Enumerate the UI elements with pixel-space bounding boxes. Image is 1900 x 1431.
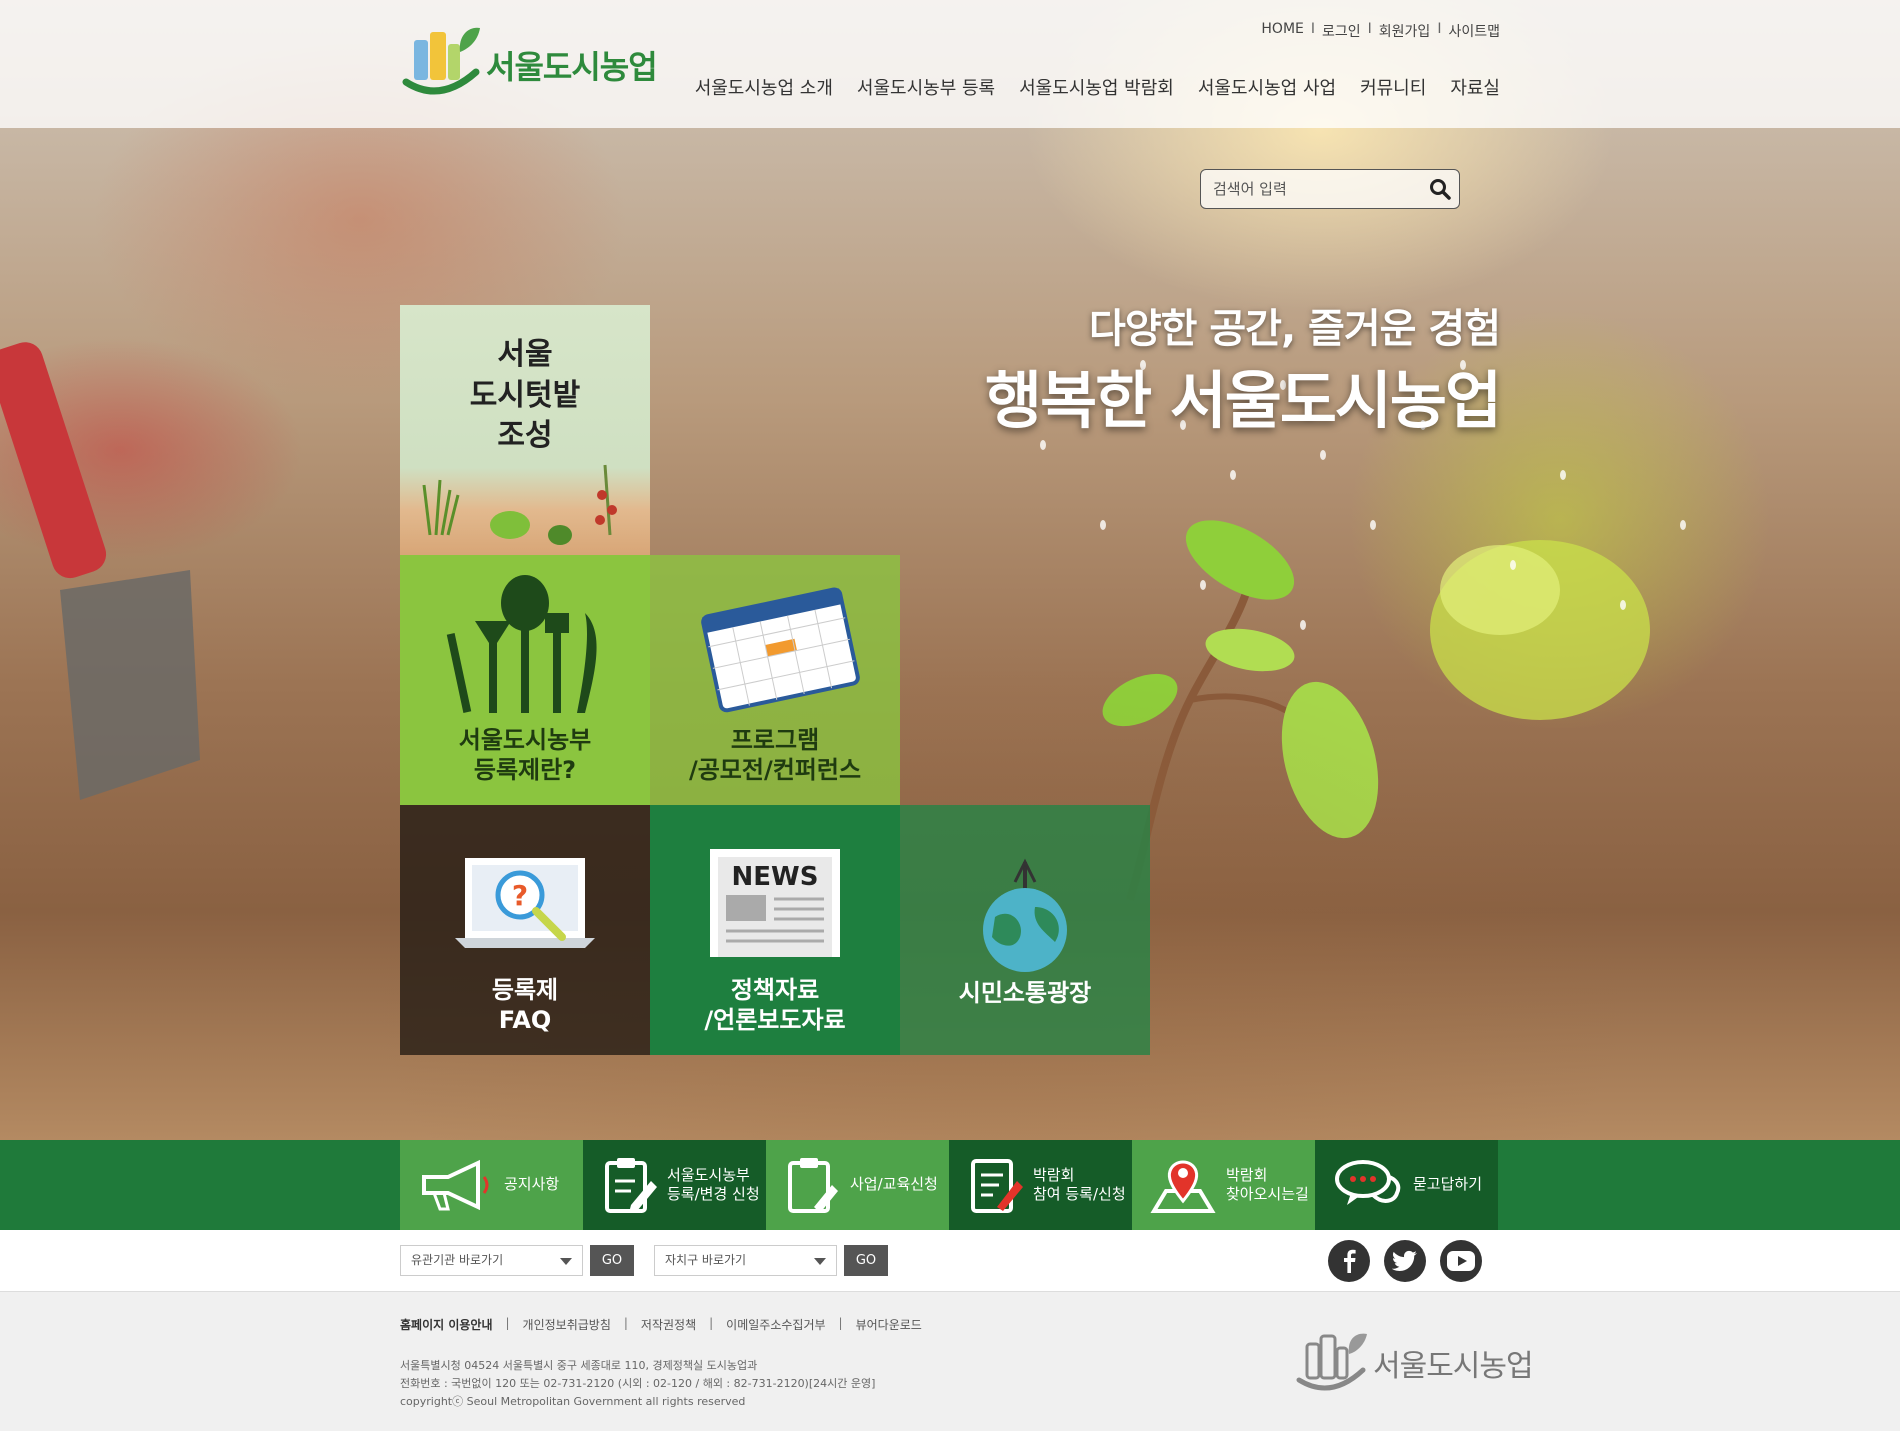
map-pin-icon xyxy=(1150,1160,1216,1213)
trowel-image xyxy=(0,342,200,800)
tile-urban-garden-label: 서울 도시텃밭 조성 xyxy=(469,337,581,453)
twitter-icon xyxy=(1392,1250,1417,1271)
main-nav: 서울도시농업 소개 서울도시농부 등록 서울도시농업 박람회 서울도시농업 사업… xyxy=(695,74,1500,100)
district-select-value: 자치구 바로가기 xyxy=(665,1253,747,1267)
footer-link-email-refusal[interactable]: 이메일주소수집거부 xyxy=(726,1316,825,1333)
site-footer xyxy=(0,1292,1900,1431)
vegetables-icon xyxy=(422,464,617,545)
tile-faq-label: 등록제 FAQ xyxy=(491,976,559,1034)
nav-item-business[interactable]: 서울도시농업 사업 xyxy=(1198,74,1336,100)
hero-title: 행복한 서울도시농업 xyxy=(985,364,1502,437)
footer-links: 홈페이지 이용안내 | 개인정보취급방침 | 저작권정책 | 이메일주소수집거부… xyxy=(400,1316,922,1333)
footer-link-privacy[interactable]: 개인정보취급방침 xyxy=(523,1316,611,1333)
document-pen-icon xyxy=(971,1159,1023,1213)
nav-item-expo[interactable]: 서울도시농업 박람회 xyxy=(1019,74,1174,100)
divider: | xyxy=(709,1316,714,1330)
clipboard-edit-icon xyxy=(605,1158,657,1213)
facebook-button[interactable] xyxy=(1328,1240,1370,1282)
site-logo[interactable]: 서울도시농업 xyxy=(400,24,658,106)
footer-info: 서울특별시청 04524 서울특별시 중구 세종대로 110, 경제정책실 도시… xyxy=(400,1357,875,1411)
agency-select[interactable]: 유관기관 바로가기 xyxy=(400,1245,583,1276)
quick-business-apply[interactable]: 사업/교육신청 xyxy=(766,1140,949,1230)
youtube-icon xyxy=(1447,1251,1475,1271)
footer-link-guide[interactable]: 홈페이지 이용안내 xyxy=(400,1316,493,1333)
tile-program[interactable]: 프로그램 /공모전/컨퍼런스 xyxy=(650,555,900,805)
tile-policy-press-label: 정책자료 /언론보도자료 xyxy=(704,976,846,1034)
quick-qna-label: 묻고답하기 xyxy=(1413,1175,1483,1194)
quick-notice[interactable]: 공지사항 xyxy=(400,1140,583,1230)
nav-item-farmer-register[interactable]: 서울도시농부 등록 xyxy=(857,74,995,100)
twitter-button[interactable] xyxy=(1384,1240,1426,1282)
tile-farmer-register-info[interactable]: 서울도시농부 등록제란? xyxy=(400,555,650,805)
quick-farmer-register-label: 서울도시농부 등록/변경 신청 xyxy=(667,1165,760,1204)
quick-expo-register[interactable]: 박람회 참여 등록/신청 xyxy=(949,1140,1132,1230)
util-signup-link[interactable]: 회원가입 xyxy=(1379,21,1431,41)
district-select[interactable]: 자치구 바로가기 xyxy=(654,1245,837,1276)
site-header xyxy=(0,0,1900,128)
youtube-button[interactable] xyxy=(1440,1240,1482,1282)
tile-faq[interactable]: ? 등록제 FAQ xyxy=(400,805,650,1055)
agency-select-value: 유관기관 바로가기 xyxy=(411,1253,504,1267)
footer-logo-text: 서울도시농업 xyxy=(1373,1349,1534,1384)
nav-item-about[interactable]: 서울도시농업 소개 xyxy=(695,74,833,100)
tile-urban-garden[interactable]: 서울 도시텃밭 조성 xyxy=(400,305,650,555)
clipboard-pen-icon xyxy=(788,1158,838,1213)
district-go-button[interactable]: GO xyxy=(844,1245,888,1276)
garden-tools-icon xyxy=(446,575,597,713)
globe-sprout-icon xyxy=(983,858,1067,972)
calendar-icon xyxy=(701,587,860,713)
footer-link-viewer[interactable]: 뷰어다운로드 xyxy=(856,1316,922,1333)
tile-citizen-square[interactable]: 시민소통광장 xyxy=(900,805,1150,1055)
util-login-link[interactable]: 로그인 xyxy=(1322,21,1361,41)
divider: I xyxy=(1310,21,1316,37)
news-icon-text: NEWS xyxy=(732,862,819,892)
tile-program-label: 프로그램 /공모전/컨퍼런스 xyxy=(688,726,862,784)
facebook-icon xyxy=(1344,1249,1356,1273)
megaphone-icon xyxy=(422,1159,489,1211)
plant-image xyxy=(1430,540,1650,720)
divider: | xyxy=(505,1316,510,1330)
chat-bubbles-icon xyxy=(1335,1160,1401,1205)
quick-business-apply-label: 사업/교육신청 xyxy=(850,1175,938,1194)
divider: | xyxy=(623,1316,628,1330)
footer-phone: 전화번호 : 국번없이 120 또는 02-731-2120 (시외 : 02-… xyxy=(400,1377,876,1390)
quick-expo-directions-label: 박람회 찾아오시는길 xyxy=(1226,1165,1309,1204)
agency-go-button[interactable]: GO xyxy=(590,1245,634,1276)
quick-expo-register-label: 박람회 참여 등록/신청 xyxy=(1033,1165,1126,1204)
newspaper-icon: NEWS xyxy=(710,849,840,957)
divider: I xyxy=(1437,21,1442,37)
logo-text: 서울도시농업 xyxy=(486,48,658,86)
quick-farmer-register[interactable]: 서울도시농부 등록/변경 신청 xyxy=(583,1140,766,1230)
footer-address: 서울특별시청 04524 서울특별시 중구 세종대로 110, 경제정책실 도시… xyxy=(400,1359,758,1372)
footer-copyright: copyrightⓒ Seoul Metropolitan Government… xyxy=(400,1395,746,1408)
city-sprout-logo-icon xyxy=(402,27,480,95)
laptop-search-icon: ? xyxy=(455,858,595,948)
chevron-down-icon xyxy=(560,1258,572,1265)
footer-logo: 서울도시농업 xyxy=(1295,1330,1534,1396)
quick-qna[interactable]: 묻고답하기 xyxy=(1315,1140,1498,1230)
footer-link-copyright[interactable]: 저작권정책 xyxy=(641,1316,696,1333)
tile-farmer-register-label: 서울도시농부 등록제란? xyxy=(458,726,592,784)
tile-citizen-square-label: 시민소통광장 xyxy=(958,979,1092,1007)
search-button[interactable] xyxy=(1429,178,1451,204)
search-box xyxy=(1200,169,1460,209)
divider: I xyxy=(1367,21,1372,37)
search-icon xyxy=(1430,179,1451,200)
util-sitemap-link[interactable]: 사이트맵 xyxy=(1448,21,1500,41)
quick-notice-label: 공지사항 xyxy=(504,1175,560,1194)
search-input[interactable] xyxy=(1201,170,1401,208)
quick-expo-directions[interactable]: 박람회 찾아오시는길 xyxy=(1132,1140,1315,1230)
nav-item-community[interactable]: 커뮤니티 xyxy=(1360,74,1426,100)
tile-policy-press[interactable]: NEWS 정책자료 /언론보도자료 xyxy=(650,805,900,1055)
related-sites-bar xyxy=(0,1230,1900,1292)
utility-nav: HOME I 로그인 I 회원가입 I 사이트맵 xyxy=(1261,21,1500,41)
divider: | xyxy=(838,1316,843,1330)
svg-text:?: ? xyxy=(512,879,528,912)
util-home-link[interactable]: HOME xyxy=(1261,21,1303,41)
city-sprout-logo-icon xyxy=(1296,1333,1367,1391)
chevron-down-icon xyxy=(814,1258,826,1265)
hero-subtitle: 다양한 공간, 즐거운 경험 xyxy=(1089,306,1501,352)
nav-item-archive[interactable]: 자료실 xyxy=(1450,74,1500,100)
